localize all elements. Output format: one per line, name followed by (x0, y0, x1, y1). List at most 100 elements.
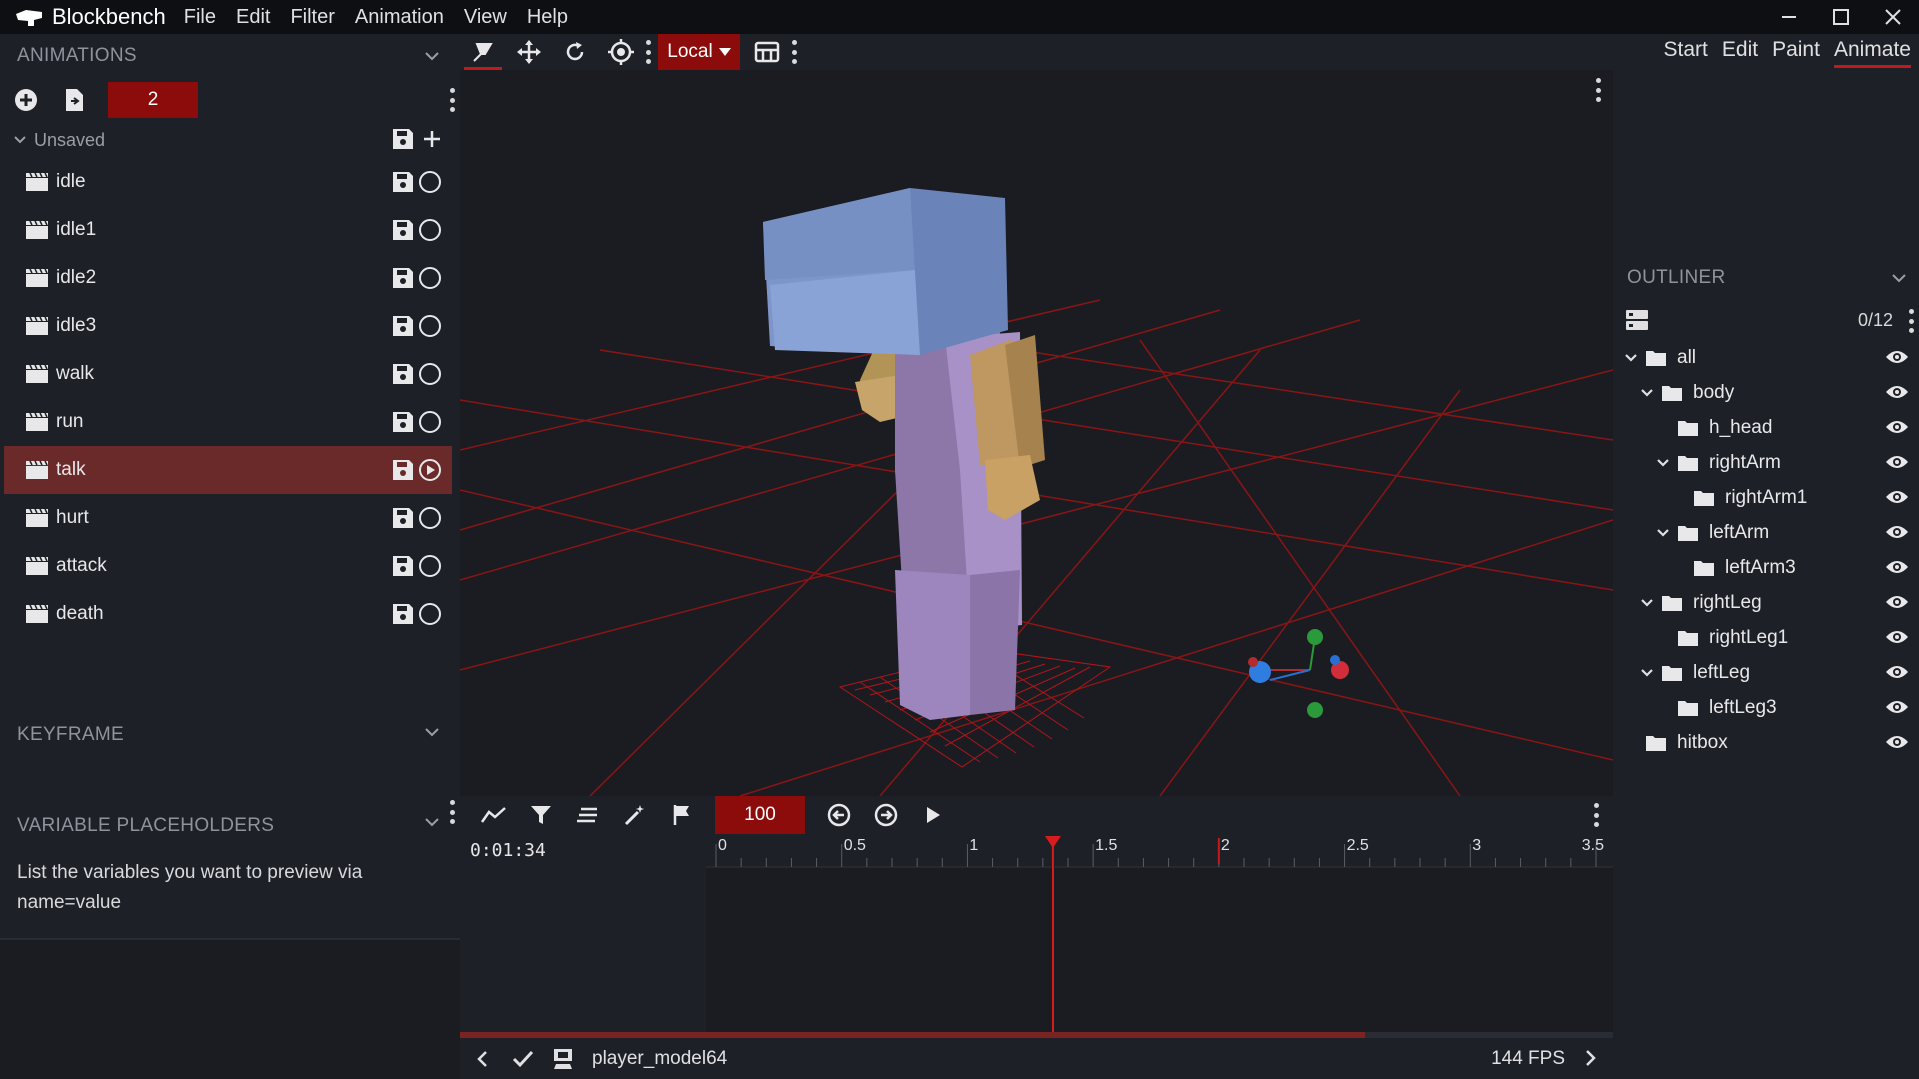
add-animation-button[interactable] (12, 86, 40, 114)
animation-item-idle2[interactable]: idle2 (0, 254, 460, 302)
timeline-ruler[interactable]: 0 0.5 1 1.5 2 2.5 3 3.5 (706, 834, 1613, 868)
menu-filter[interactable]: Filter (290, 6, 334, 29)
chevron-down-icon[interactable] (1639, 665, 1655, 681)
import-animation-button[interactable] (60, 86, 88, 114)
timecode[interactable]: 0:01:34 (470, 840, 546, 861)
transform-space-select[interactable]: Local (658, 34, 740, 70)
menu-help[interactable]: Help (527, 6, 568, 29)
variable-placeholders-editor[interactable] (0, 938, 460, 1079)
timeline-body[interactable] (460, 868, 1613, 1038)
close-window-button[interactable] (1867, 0, 1919, 34)
radio-circle-icon[interactable] (418, 506, 442, 530)
timeline-lines-button[interactable] (564, 797, 611, 833)
save-icon[interactable] (392, 411, 414, 433)
outliner-node-rightArm[interactable]: rightArm (1613, 445, 1919, 480)
pivot-point-tool-button[interactable] (598, 34, 644, 70)
timeline-filter-button[interactable] (517, 797, 564, 833)
outliner-node-hitbox[interactable]: hitbox (1613, 725, 1919, 760)
animation-item-death[interactable]: death (0, 590, 460, 638)
outliner-node-leftArm[interactable]: leftArm (1613, 515, 1919, 550)
previous-keyframe-button[interactable] (815, 797, 862, 833)
outliner-header[interactable]: OUTLINER (1613, 256, 1919, 300)
add-marker-button[interactable] (658, 797, 705, 833)
outliner-node-rightArm1[interactable]: rightArm1 (1613, 480, 1919, 515)
3d-viewport[interactable] (460, 70, 1613, 796)
playback-speed-field[interactable]: 100 (715, 796, 805, 834)
eye-icon[interactable] (1885, 663, 1909, 681)
save-icon[interactable] (392, 363, 414, 385)
add-icon[interactable] (422, 129, 442, 149)
animation-item-idle[interactable]: idle (0, 158, 460, 206)
chevron-down-icon[interactable] (1639, 385, 1655, 401)
move-tool-button[interactable] (506, 34, 552, 70)
tool-options-button[interactable] (644, 40, 652, 64)
outliner-node-rightLeg1[interactable]: rightLeg1 (1613, 620, 1919, 655)
save-icon[interactable] (392, 128, 414, 150)
save-icon[interactable] (392, 267, 414, 289)
menu-view[interactable]: View (464, 6, 507, 29)
animation-item-run[interactable]: run (0, 398, 460, 446)
next-keyframe-button[interactable] (862, 797, 909, 833)
outliner-node-all[interactable]: all (1613, 340, 1919, 375)
radio-circle-icon[interactable] (418, 218, 442, 242)
tab-paint[interactable]: Paint (1772, 38, 1820, 68)
menu-animation[interactable]: Animation (355, 6, 444, 29)
animation-item-idle1[interactable]: idle1 (0, 206, 460, 254)
play-circle-icon[interactable] (418, 458, 442, 482)
outliner-node-h_head[interactable]: h_head (1613, 410, 1919, 445)
radio-circle-icon[interactable] (418, 554, 442, 578)
menu-edit[interactable]: Edit (236, 6, 270, 29)
animation-item-hurt[interactable]: hurt (0, 494, 460, 542)
outliner-node-leftLeg[interactable]: leftLeg (1613, 655, 1919, 690)
save-icon[interactable] (392, 459, 414, 481)
eye-icon[interactable] (1885, 523, 1909, 541)
menu-file[interactable]: File (184, 6, 216, 29)
keyframe-panel-header[interactable]: KEYFRAME (0, 710, 460, 760)
timeline-menu-button[interactable] (1592, 803, 1600, 827)
animation-item-idle3[interactable]: idle3 (0, 302, 460, 350)
snap-options-button[interactable] (790, 40, 798, 64)
outliner-node-leftArm3[interactable]: leftArm3 (1613, 550, 1919, 585)
save-icon[interactable] (392, 315, 414, 337)
animation-item-talk[interactable]: talk (4, 446, 452, 494)
chevron-down-icon[interactable] (422, 722, 442, 742)
eye-icon[interactable] (1885, 558, 1909, 576)
chevron-down-icon[interactable] (1655, 525, 1671, 541)
outliner-node-leftLeg3[interactable]: leftLeg3 (1613, 690, 1919, 725)
radio-circle-icon[interactable] (418, 410, 442, 434)
collapse-right-button[interactable] (1573, 1041, 1607, 1075)
eye-icon[interactable] (1885, 593, 1909, 611)
minimize-button[interactable] (1763, 0, 1815, 34)
eye-icon[interactable] (1885, 348, 1909, 366)
pivot-tool-button[interactable] (460, 34, 506, 70)
chevron-down-icon[interactable] (1889, 268, 1909, 288)
save-icon[interactable] (392, 555, 414, 577)
radio-circle-icon[interactable] (418, 362, 442, 386)
play-button[interactable] (909, 797, 956, 833)
viewport-menu-button[interactable] (1594, 78, 1602, 102)
save-icon[interactable] (392, 171, 414, 193)
eye-icon[interactable] (1885, 488, 1909, 506)
tab-start[interactable]: Start (1664, 38, 1708, 68)
animation-item-walk[interactable]: walk (0, 350, 460, 398)
eye-icon[interactable] (1885, 628, 1909, 646)
eye-icon[interactable] (1885, 383, 1909, 401)
animations-panel-header[interactable]: ANIMATIONS (0, 34, 460, 78)
snap-grid-button[interactable] (744, 34, 790, 70)
eye-icon[interactable] (1885, 453, 1909, 471)
chevron-down-icon[interactable] (422, 46, 442, 66)
add-group-icon[interactable] (1625, 309, 1649, 331)
animation-file-group[interactable]: Unsaved (0, 122, 460, 158)
chevron-down-icon[interactable] (1639, 595, 1655, 611)
rotate-tool-button[interactable] (552, 34, 598, 70)
eye-icon[interactable] (1885, 418, 1909, 436)
radio-circle-icon[interactable] (418, 314, 442, 338)
tab-edit[interactable]: Edit (1722, 38, 1758, 68)
chevron-down-icon[interactable] (1623, 350, 1639, 366)
save-icon[interactable] (392, 219, 414, 241)
radio-circle-icon[interactable] (418, 266, 442, 290)
animations-menu-button[interactable] (448, 88, 456, 112)
outliner-node-body[interactable]: body (1613, 375, 1919, 410)
eye-icon[interactable] (1885, 733, 1909, 751)
animation-count-field[interactable]: 2 (108, 82, 198, 118)
